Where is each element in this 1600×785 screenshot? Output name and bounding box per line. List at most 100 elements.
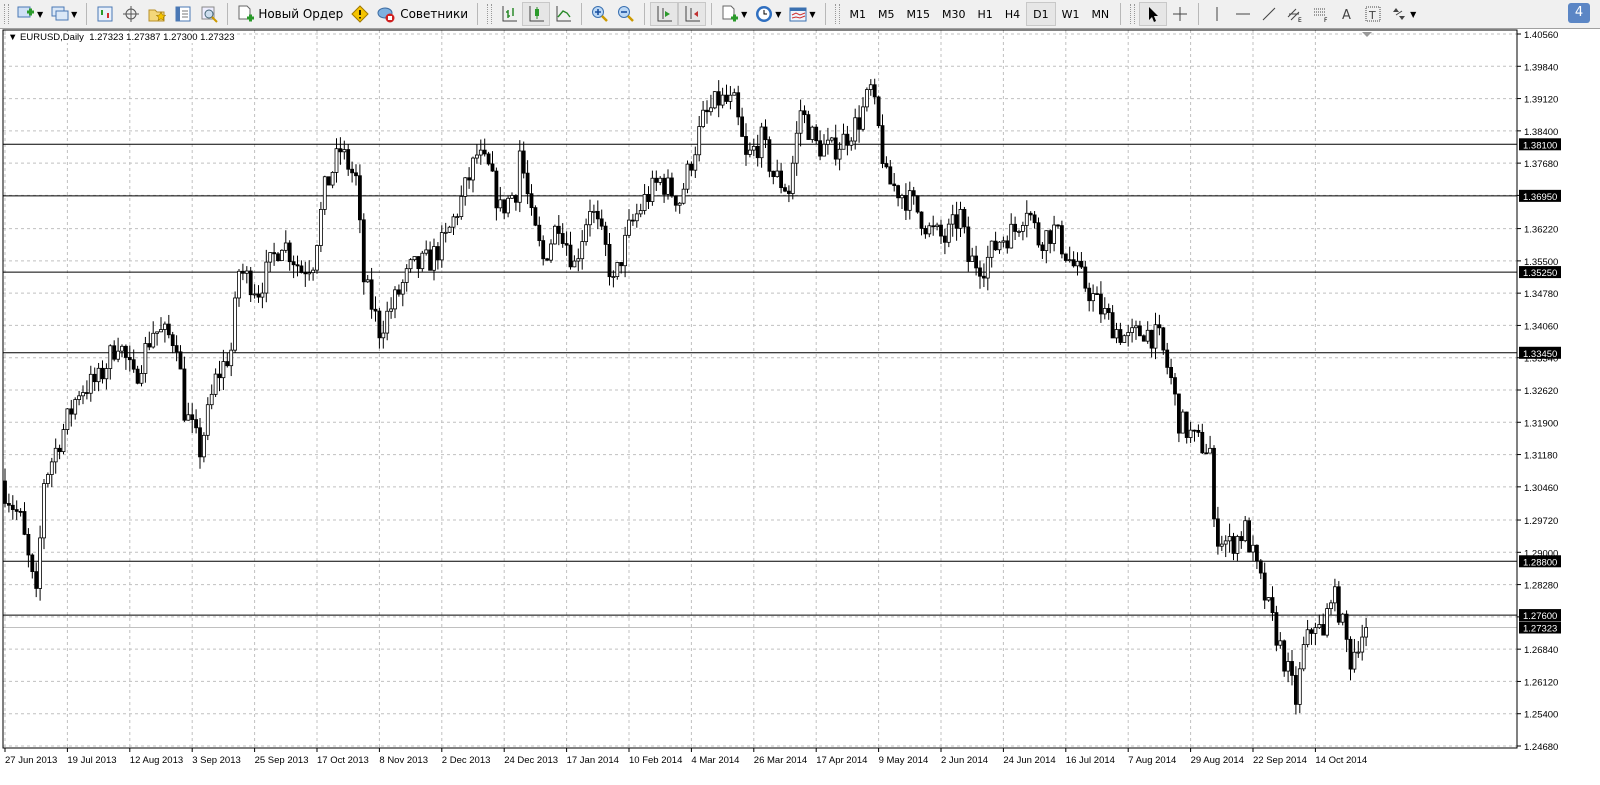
candle-down: [1110, 312, 1115, 339]
time-tick-label: 17 Oct 2013: [317, 755, 369, 766]
candle-down: [1255, 544, 1259, 562]
candle-up: [1044, 230, 1049, 251]
price-tick-label: 1.34780: [1524, 289, 1558, 300]
candle-up: [712, 91, 717, 109]
candle-up: [693, 154, 698, 171]
candle-up: [424, 249, 429, 254]
candle-up: [162, 323, 167, 330]
candle-down: [1177, 393, 1181, 434]
candle-down: [1028, 212, 1033, 216]
candle-down: [373, 308, 378, 312]
candle-up: [1227, 536, 1232, 542]
candle-down: [85, 392, 89, 394]
candle-down: [599, 218, 604, 227]
shift-marker-icon[interactable]: [1362, 32, 1372, 37]
candle-down: [1282, 640, 1287, 672]
candle-down: [1262, 572, 1267, 601]
candle-up: [958, 208, 963, 229]
candle-up: [233, 297, 238, 351]
candle-up: [751, 146, 756, 151]
candle-down: [779, 170, 783, 189]
horizontal-levels: [3, 143, 1517, 628]
candle-down: [1348, 638, 1353, 670]
candle-up: [365, 279, 370, 283]
time-axis: 27 Jun 2013 19 Jul 2013 12 Aug 2013 3 Sep 2…: [4, 748, 1367, 766]
candle-down: [276, 253, 280, 262]
time-tick-label: 24 Jun 2014: [1003, 755, 1055, 766]
candle-up: [279, 249, 284, 262]
candle-up: [790, 162, 795, 194]
price-tick-label: 1.36220: [1524, 225, 1558, 236]
candle-down: [802, 110, 807, 116]
candle-down: [537, 224, 542, 241]
candle-down: [1204, 452, 1209, 455]
candle-up: [412, 256, 417, 261]
candle-down: [127, 357, 132, 361]
candle-down: [993, 240, 998, 251]
candle-down: [670, 177, 674, 197]
candle-down: [514, 195, 518, 203]
candle-down: [744, 136, 748, 155]
candle-down: [654, 177, 659, 183]
candle-down: [767, 139, 772, 172]
candle-down: [346, 149, 351, 170]
candle-down: [14, 509, 19, 512]
time-tick-label: 22 Sep 2014: [1253, 755, 1307, 766]
candle-up: [1235, 536, 1240, 554]
candle-down: [326, 176, 331, 186]
current-price-label: 1.27323: [1523, 623, 1557, 634]
candle-down: [124, 345, 128, 358]
candle-up: [96, 367, 101, 383]
candle-up: [1024, 212, 1029, 226]
candle-up: [989, 240, 994, 258]
candle-up: [455, 216, 460, 218]
candle-down: [1192, 429, 1197, 432]
candle-up: [927, 225, 932, 235]
candle-down: [194, 419, 199, 429]
candle-up: [728, 94, 733, 102]
candle-up: [120, 345, 124, 352]
candle-up: [65, 408, 70, 430]
candle-up: [1009, 223, 1014, 249]
collapse-triangle-icon[interactable]: ▼: [8, 32, 20, 43]
price-chart[interactable]: 1.40560 1.39840 1.39120 1.38400 1.37680 1.369…: [0, 0, 1600, 785]
candle-down: [595, 210, 600, 220]
candle-down: [876, 96, 881, 127]
candle-up: [615, 262, 620, 277]
candle-down: [494, 170, 499, 209]
candle-up: [237, 270, 241, 299]
candle-up: [1114, 329, 1119, 339]
candle-up: [1126, 332, 1131, 337]
candle-down: [295, 264, 300, 267]
candle-up: [408, 259, 413, 270]
candle-down: [525, 172, 530, 195]
candle-down: [1274, 612, 1279, 646]
candle-down: [1060, 225, 1064, 255]
candle-up: [283, 242, 288, 251]
level-price-label: 1.28800: [1523, 557, 1557, 568]
candle-down: [1056, 224, 1060, 227]
candle-up: [794, 132, 799, 164]
candle-up: [186, 414, 191, 421]
ohlc-values: 1.27323 1.27387 1.27300 1.27323: [89, 32, 235, 43]
candle-down: [198, 427, 202, 458]
candle-up: [1340, 613, 1345, 623]
candle-down: [369, 279, 374, 310]
candle-up: [1219, 543, 1224, 547]
candle-up: [439, 232, 444, 261]
candle-down: [787, 190, 791, 194]
candle-down: [1048, 230, 1053, 244]
candle-down: [135, 368, 140, 384]
level-price-label: 1.36950: [1523, 192, 1557, 203]
price-tick-label: 1.24680: [1524, 742, 1558, 753]
candle-up: [510, 195, 514, 199]
candle-up: [829, 137, 834, 141]
candle-up: [810, 126, 815, 140]
candle-down: [396, 289, 401, 295]
candle-up: [775, 170, 780, 178]
candle-up: [1333, 586, 1337, 604]
candle-up: [826, 139, 830, 145]
candle-down: [428, 249, 433, 271]
candle-down: [892, 183, 897, 187]
price-tick-label: 1.39840: [1524, 62, 1558, 73]
